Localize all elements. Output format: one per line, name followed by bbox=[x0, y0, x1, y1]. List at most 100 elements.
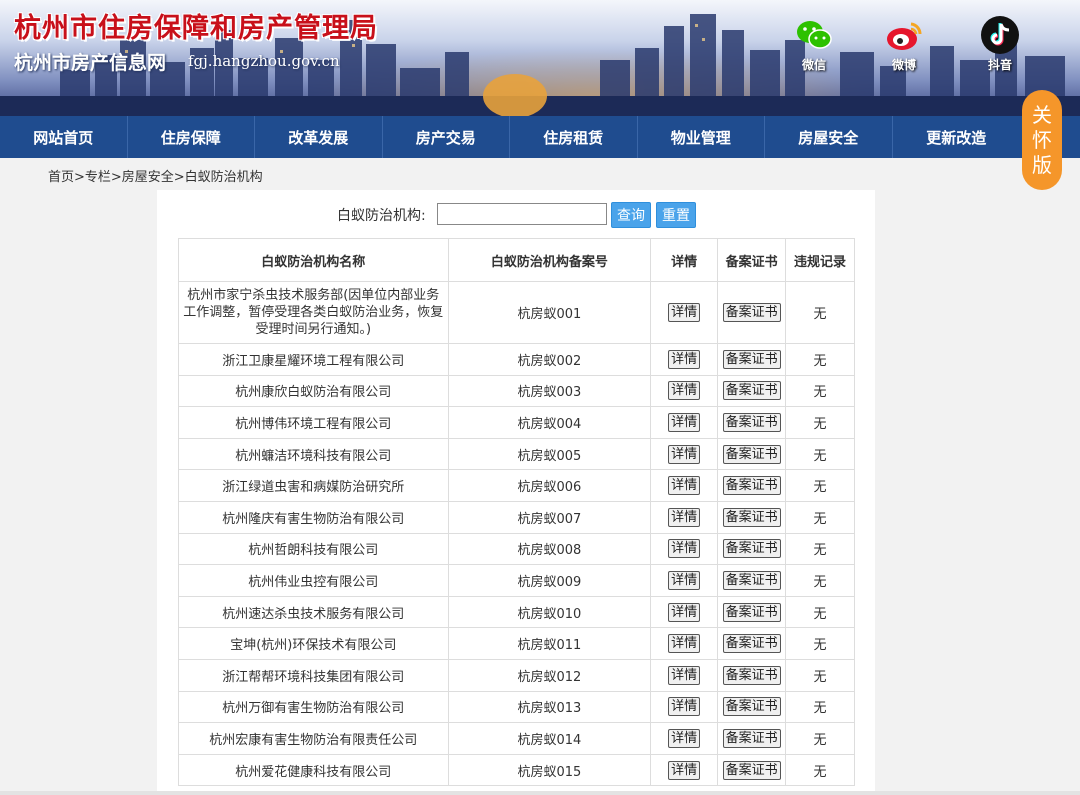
agency-code-cell: 杭房蚁014 bbox=[447, 722, 652, 755]
agency-code-cell: 杭房蚁002 bbox=[447, 343, 652, 376]
table-row: 杭州伟业虫控有限公司 杭房蚁009 详情 备案证书无 bbox=[178, 564, 855, 597]
violation-record-cell: 无 bbox=[785, 437, 855, 471]
detail-cell: 详情 bbox=[650, 627, 719, 660]
nav-item-renewal[interactable]: 更新改造 bbox=[893, 116, 1021, 158]
detail-cell: 详情 bbox=[650, 658, 719, 692]
violation-record-cell: 无 bbox=[785, 595, 855, 629]
table-row: 杭州市家宁杀虫技术服务部(因单位内部业务工作调整，暂停受理各类白蚁防治业务，恢复… bbox=[178, 281, 855, 344]
detail-cell: 详情 bbox=[650, 500, 719, 534]
certificate-cell: 备案证书 bbox=[717, 595, 787, 629]
query-button[interactable]: 查询 bbox=[611, 202, 651, 228]
detail-button[interactable]: 详情 bbox=[668, 476, 701, 496]
detail-button[interactable]: 详情 bbox=[668, 539, 701, 559]
certificate-button[interactable]: 备案证书 bbox=[722, 349, 781, 369]
certificate-button[interactable]: 备案证书 bbox=[722, 570, 781, 590]
certificate-cell: 备案证书 bbox=[717, 343, 787, 376]
certificate-button[interactable]: 备案证书 bbox=[722, 697, 781, 717]
certificate-button[interactable]: 备案证书 bbox=[722, 412, 781, 432]
detail-cell: 详情 bbox=[650, 722, 719, 755]
detail-button[interactable]: 详情 bbox=[668, 444, 701, 464]
breadcrumb-text[interactable]: 首页>专栏>房屋安全>白蚁防治机构 bbox=[48, 170, 263, 185]
agency-name-cell: 浙江帮帮环境科技集团有限公司 bbox=[178, 658, 449, 692]
certificate-button[interactable]: 备案证书 bbox=[722, 760, 781, 780]
certificate-button[interactable]: 备案证书 bbox=[722, 303, 781, 322]
detail-button[interactable]: 详情 bbox=[668, 602, 701, 622]
column-header-cert: 备案证书 bbox=[717, 238, 787, 282]
detail-button[interactable]: 详情 bbox=[668, 728, 701, 748]
detail-button[interactable]: 详情 bbox=[668, 697, 701, 717]
agency-name-cell: 杭州哲朗科技有限公司 bbox=[178, 532, 449, 566]
detail-cell: 详情 bbox=[650, 564, 719, 597]
wechat-link[interactable]: 微信 bbox=[794, 16, 834, 73]
site-domain: fgj.hangzhou.gov.cn bbox=[188, 52, 340, 70]
breadcrumb[interactable]: 首页>专栏>房屋安全>白蚁防治机构 bbox=[48, 166, 263, 185]
certificate-button[interactable]: 备案证书 bbox=[722, 444, 781, 464]
site-title[interactable]: 杭州市住房保障和房产管理局 bbox=[14, 6, 378, 45]
agency-name-cell: 杭州康欣白蚁防治有限公司 bbox=[178, 374, 449, 408]
nav-item-reform[interactable]: 改革发展 bbox=[255, 116, 383, 158]
site-subtitle: 杭州市房产信息网 bbox=[14, 52, 167, 74]
agency-name-cell: 杭州隆庆有害生物防治有限公司 bbox=[178, 500, 449, 534]
detail-button[interactable]: 详情 bbox=[668, 349, 701, 369]
wechat-icon bbox=[795, 16, 833, 54]
certificate-cell: 备案证书 bbox=[717, 406, 787, 439]
detail-button[interactable]: 详情 bbox=[668, 303, 701, 322]
detail-cell: 详情 bbox=[650, 374, 719, 408]
weibo-link[interactable]: 微博 bbox=[884, 16, 924, 73]
certificate-cell: 备案证书 bbox=[717, 469, 787, 502]
search-input[interactable] bbox=[437, 203, 607, 225]
detail-button[interactable]: 详情 bbox=[668, 570, 701, 590]
nav-item-housing-security[interactable]: 住房保障 bbox=[128, 116, 255, 158]
detail-button[interactable]: 详情 bbox=[668, 760, 701, 780]
agency-name-cell: 杭州蠊洁环境科技有限公司 bbox=[178, 437, 449, 471]
nav-item-property-management[interactable]: 物业管理 bbox=[638, 116, 765, 158]
care-mode-char: 版 bbox=[1032, 152, 1052, 177]
certificate-button[interactable]: 备案证书 bbox=[722, 602, 781, 622]
violation-record-cell: 无 bbox=[785, 690, 855, 724]
douyin-link[interactable]: 抖音 bbox=[980, 16, 1020, 73]
table-row: 杭州蠊洁环境科技有限公司 杭房蚁005 详情 备案证书无 bbox=[178, 437, 855, 471]
weibo-label: 微博 bbox=[891, 58, 916, 72]
detail-button[interactable]: 详情 bbox=[668, 665, 701, 685]
detail-button[interactable]: 详情 bbox=[668, 507, 701, 527]
violation-record-cell: 无 bbox=[785, 627, 855, 660]
detail-button[interactable]: 详情 bbox=[668, 634, 701, 654]
table-row: 浙江绿道虫害和病媒防治研究所 杭房蚁006 详情 备案证书无 bbox=[178, 469, 855, 502]
agency-code-cell: 杭房蚁005 bbox=[447, 437, 652, 471]
detail-button[interactable]: 详情 bbox=[668, 381, 701, 401]
violation-record-cell: 无 bbox=[785, 658, 855, 692]
table-row: 杭州宏康有害生物防治有限责任公司 杭房蚁014 详情 备案证书无 bbox=[178, 722, 855, 755]
table-row: 杭州康欣白蚁防治有限公司 杭房蚁003 详情 备案证书无 bbox=[178, 374, 855, 408]
nav-item-home[interactable]: 网站首页 bbox=[0, 116, 128, 158]
detail-cell: 详情 bbox=[650, 406, 719, 439]
certificate-button[interactable]: 备案证书 bbox=[722, 634, 781, 654]
detail-button[interactable]: 详情 bbox=[668, 412, 701, 432]
certificate-button[interactable]: 备案证书 bbox=[722, 507, 781, 527]
care-mode-button[interactable]: 关 怀 版 bbox=[1022, 90, 1062, 190]
agency-name-cell: 杭州速达杀虫技术服务有限公司 bbox=[178, 595, 449, 629]
reset-button[interactable]: 重置 bbox=[656, 202, 696, 228]
agency-name-cell: 浙江绿道虫害和病媒防治研究所 bbox=[178, 469, 449, 502]
certificate-button[interactable]: 备案证书 bbox=[722, 381, 781, 401]
nav-item-property-trade[interactable]: 房产交易 bbox=[383, 116, 510, 158]
termite-agency-table: 白蚁防治机构名称 白蚁防治机构备案号 详情 备案证书 违规记录 杭州市家宁杀虫技… bbox=[178, 238, 855, 787]
certificate-cell: 备案证书 bbox=[717, 564, 787, 597]
detail-cell: 详情 bbox=[650, 469, 719, 502]
certificate-button[interactable]: 备案证书 bbox=[722, 728, 781, 748]
nav-item-rental[interactable]: 住房租赁 bbox=[510, 116, 638, 158]
table-row: 杭州速达杀虫技术服务有限公司 杭房蚁010 详情 备案证书无 bbox=[178, 595, 855, 629]
detail-cell: 详情 bbox=[650, 532, 719, 566]
detail-cell: 详情 bbox=[650, 437, 719, 471]
detail-cell: 详情 bbox=[650, 343, 719, 376]
douyin-icon bbox=[981, 16, 1019, 54]
douyin-label: 抖音 bbox=[987, 58, 1012, 72]
certificate-cell: 备案证书 bbox=[717, 532, 787, 566]
agency-name-cell: 杭州万御有害生物防治有限公司 bbox=[178, 690, 449, 724]
agency-name-cell: 杭州爱花健康科技有限公司 bbox=[178, 753, 449, 787]
table-row: 杭州隆庆有害生物防治有限公司 杭房蚁007 详情 备案证书无 bbox=[178, 500, 855, 534]
nav-item-house-safety[interactable]: 房屋安全 bbox=[765, 116, 893, 158]
weibo-icon bbox=[885, 16, 923, 54]
certificate-button[interactable]: 备案证书 bbox=[722, 665, 781, 685]
certificate-button[interactable]: 备案证书 bbox=[722, 476, 781, 496]
certificate-button[interactable]: 备案证书 bbox=[722, 539, 781, 559]
